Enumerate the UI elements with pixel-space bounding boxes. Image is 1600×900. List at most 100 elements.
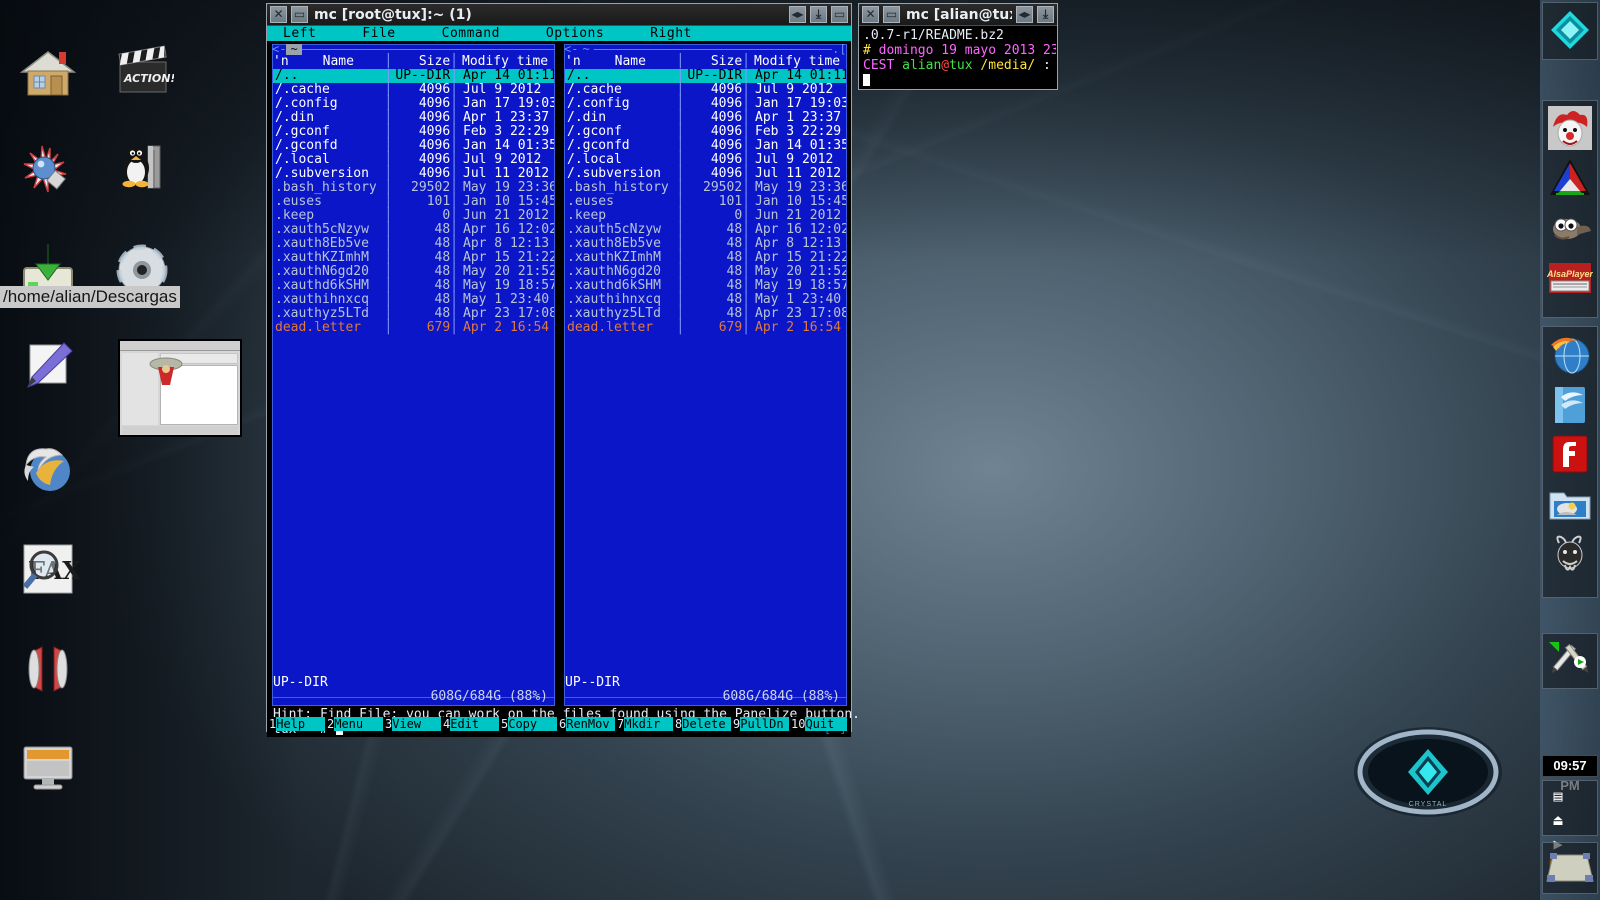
fkey-copy[interactable]: 5 Copy: [499, 717, 557, 731]
desktop-pager-icon[interactable]: [1545, 851, 1595, 885]
firefox-icon[interactable]: [16, 437, 80, 501]
fkey-delete[interactable]: 8 Delete: [673, 717, 731, 731]
menu-file[interactable]: File: [354, 26, 403, 41]
table-row[interactable]: .xauthd6kSHM │ 48 │ May 19 18:57: [273, 279, 554, 293]
left-col-time[interactable]: Modify time: [458, 55, 554, 69]
menu-command[interactable]: Command: [434, 26, 508, 41]
table-row[interactable]: .xauth5cNzyw │ 48 │ Apr 16 12:02: [273, 223, 554, 237]
crystal-logo-icon[interactable]: [1547, 7, 1593, 53]
table-row[interactable]: dead.letter │ 679 │ Apr 2 16:54: [565, 321, 846, 335]
dock-clock[interactable]: 09:57 PM: [1542, 755, 1598, 793]
left-panel-file-list[interactable]: /.. │ UP--DIR │ Apr 14 01:11/.cache │ 4096 │ Jul…: [273, 69, 554, 676]
fkey-renmov[interactable]: 6 RenMov: [557, 717, 615, 731]
table-row[interactable]: /.din │ 4096 │ Apr 1 23:37: [273, 111, 554, 125]
right-dock[interactable]: AlsaPlayer 09:57 ▤ ⏏: [1540, 0, 1600, 900]
minimize-icon[interactable]: ▭: [291, 6, 308, 23]
close-icon[interactable]: ✕: [862, 6, 879, 23]
text-editor-icon[interactable]: [16, 337, 80, 401]
table-row[interactable]: .keep │ 0 │ Jun 21 2012: [565, 209, 846, 223]
terminal-titlebar[interactable]: ✕ ▭ mc [alian@tux ◂▸ ⤓: [859, 4, 1057, 26]
restore-icon[interactable]: ▭: [831, 6, 848, 23]
mc-function-key-bar[interactable]: 1 Help 2 Menu 3 View 4 Edit 5 Copy 6 RenMov 7 Mkdir 8 D…: [267, 717, 851, 731]
right-panel-column-headers[interactable]: 'n Name │ Size │ Modify time: [565, 55, 846, 69]
mc-titlebar[interactable]: ✕ ▭ mc [root@tux]:~ (1) ◂▸ ⤓ ▭: [267, 4, 851, 26]
right-col-size[interactable]: Size: [684, 55, 742, 69]
fkey-view[interactable]: 3 View: [383, 717, 441, 731]
eject-button[interactable]: ⏏: [1546, 809, 1570, 831]
fkey-help[interactable]: 1 Help: [267, 717, 325, 731]
midnight-commander-window[interactable]: ✕ ▭ mc [root@tux]:~ (1) ◂▸ ⤓ ▭ Left File…: [266, 3, 860, 737]
table-row[interactable]: .xauth5cNzyw │ 48 │ Apr 16 12:02: [565, 223, 846, 237]
table-row[interactable]: /.gconf │ 4096 │ Feb 3 22:29: [565, 125, 846, 139]
gnu-icon[interactable]: [1547, 531, 1593, 577]
table-row[interactable]: .xauthyz5LTd │ 48 │ Apr 23 17:08: [273, 307, 554, 321]
table-row[interactable]: .xauthd6kSHM │ 48 │ May 19 18:57: [565, 279, 846, 293]
table-row[interactable]: .keep │ 0 │ Jun 21 2012: [273, 209, 554, 223]
right-panel-file-list[interactable]: /.. │ UP--DIR │ Apr 14 01:11/.cache │ 4096 │ Jul…: [565, 69, 846, 676]
image-folder-icon[interactable]: [1547, 481, 1593, 527]
table-row[interactable]: .xauthKZImhM │ 48 │ Apr 15 21:22: [273, 251, 554, 265]
table-row[interactable]: .xauthyz5LTd │ 48 │ Apr 23 17:08: [565, 307, 846, 321]
table-row[interactable]: .bash_history │ 29502 │ May 19 23:36: [565, 181, 846, 195]
mc-left-panel[interactable]: <-~———————————————————————————————————.[…: [267, 41, 559, 706]
playlist-button[interactable]: ▤: [1546, 785, 1570, 807]
right-col-name[interactable]: 'n Name: [565, 55, 676, 69]
table-row[interactable]: .euses │ 101 │ Jan 10 15:45: [273, 195, 554, 209]
table-row[interactable]: .xauth8Eb5ve │ 48 │ Apr 8 12:13: [273, 237, 554, 251]
table-row[interactable]: /.gconfd │ 4096 │ Jan 14 01:35: [273, 139, 554, 153]
browser-globe-icon[interactable]: [1547, 331, 1593, 377]
fkey-edit[interactable]: 4 Edit: [441, 717, 499, 731]
minimize-icon[interactable]: ▭: [883, 6, 900, 23]
terminal-window[interactable]: ✕ ▭ mc [alian@tux ◂▸ ⤓ .0.7-r1/README.bz…: [858, 3, 1058, 90]
table-row[interactable]: .xauth8Eb5ve │ 48 │ Apr 8 12:13: [565, 237, 846, 251]
table-row[interactable]: /.cache │ 4096 │ Jul 9 2012: [273, 83, 554, 97]
table-row[interactable]: .euses │ 101 │ Jan 10 15:45: [565, 195, 846, 209]
table-row[interactable]: /.gconf │ 4096 │ Feb 3 22:29: [273, 125, 554, 139]
flash-player-icon[interactable]: [1547, 431, 1593, 477]
blender-triangle-icon[interactable]: [1547, 155, 1593, 201]
menu-options[interactable]: Options: [538, 26, 612, 41]
shade-icon[interactable]: ◂▸: [789, 6, 806, 23]
table-row[interactable]: /.local │ 4096 │ Jul 9 2012: [565, 153, 846, 167]
table-row[interactable]: /.subversion │ 4096 │ Jul 11 2012: [565, 167, 846, 181]
menu-left[interactable]: Left: [275, 26, 324, 41]
left-panel-column-headers[interactable]: 'n Name │ Size │ Modify time: [273, 55, 554, 69]
display-settings-icon[interactable]: [16, 733, 80, 797]
mc-menubar[interactable]: Left File Command Options Right: [267, 26, 851, 41]
table-row[interactable]: /.config │ 4096 │ Jan 17 19:03: [565, 97, 846, 111]
maximize-icon[interactable]: ⤓: [1037, 6, 1054, 23]
table-row[interactable]: /.. │ UP--DIR │ Apr 14 01:11: [273, 69, 554, 83]
close-icon[interactable]: ✕: [270, 6, 287, 23]
terminal-output[interactable]: .0.7-r1/README.bz2 # domingo 19 mayo 201…: [860, 26, 1056, 88]
table-row[interactable]: .xauthN6gd20 │ 48 │ May 20 21:52: [565, 265, 846, 279]
table-row[interactable]: /.gconfd │ 4096 │ Jan 14 01:35: [565, 139, 846, 153]
table-row[interactable]: /.cache │ 4096 │ Jul 9 2012: [565, 83, 846, 97]
table-row[interactable]: .bash_history │ 29502 │ May 19 23:36: [273, 181, 554, 195]
clown-icon[interactable]: [1547, 105, 1593, 151]
fax-viewer-icon[interactable]: FAX: [16, 537, 81, 601]
table-row[interactable]: .xauthN6gd20 │ 48 │ May 20 21:52: [273, 265, 554, 279]
fkey-quit[interactable]: 10 Quit: [789, 717, 847, 731]
table-row[interactable]: /.din │ 4096 │ Apr 1 23:37: [565, 111, 846, 125]
speakers-icon[interactable]: [16, 637, 80, 701]
table-row[interactable]: /.config │ 4096 │ Jan 17 19:03: [273, 97, 554, 111]
tux-penguin-icon[interactable]: [110, 138, 174, 202]
table-row[interactable]: .xauthihnxcq │ 48 │ May 1 23:40: [565, 293, 846, 307]
table-row[interactable]: dead.letter │ 679 │ Apr 2 16:54: [273, 321, 554, 335]
gimp-icon[interactable]: [1547, 205, 1593, 251]
right-col-time[interactable]: Modify time: [750, 55, 846, 69]
home-folder-icon[interactable]: [16, 42, 80, 106]
alsaplayer-icon[interactable]: AlsaPlayer: [1546, 255, 1594, 301]
dock-media-controls[interactable]: ▤ ⏏ ▶ ⏩: [1542, 780, 1598, 877]
dock-pager[interactable]: [1542, 842, 1598, 894]
shade-icon[interactable]: ◂▸: [1016, 6, 1033, 23]
menu-right[interactable]: Right: [642, 26, 700, 41]
table-row[interactable]: .xauthihnxcq │ 48 │ May 1 23:40: [273, 293, 554, 307]
mc-right-panel[interactable]: <-~—————————————————————————————————.[^]…: [559, 41, 851, 706]
fkey-menu[interactable]: 2 Menu: [325, 717, 383, 731]
table-row[interactable]: /.subversion │ 4096 │ Jul 11 2012: [273, 167, 554, 181]
file-manager-thumbnail-window[interactable]: [118, 339, 242, 437]
left-col-name[interactable]: 'n Name: [273, 55, 384, 69]
table-row[interactable]: /.local │ 4096 │ Jul 9 2012: [273, 153, 554, 167]
action-clapper-icon[interactable]: ACTION!: [110, 40, 175, 104]
